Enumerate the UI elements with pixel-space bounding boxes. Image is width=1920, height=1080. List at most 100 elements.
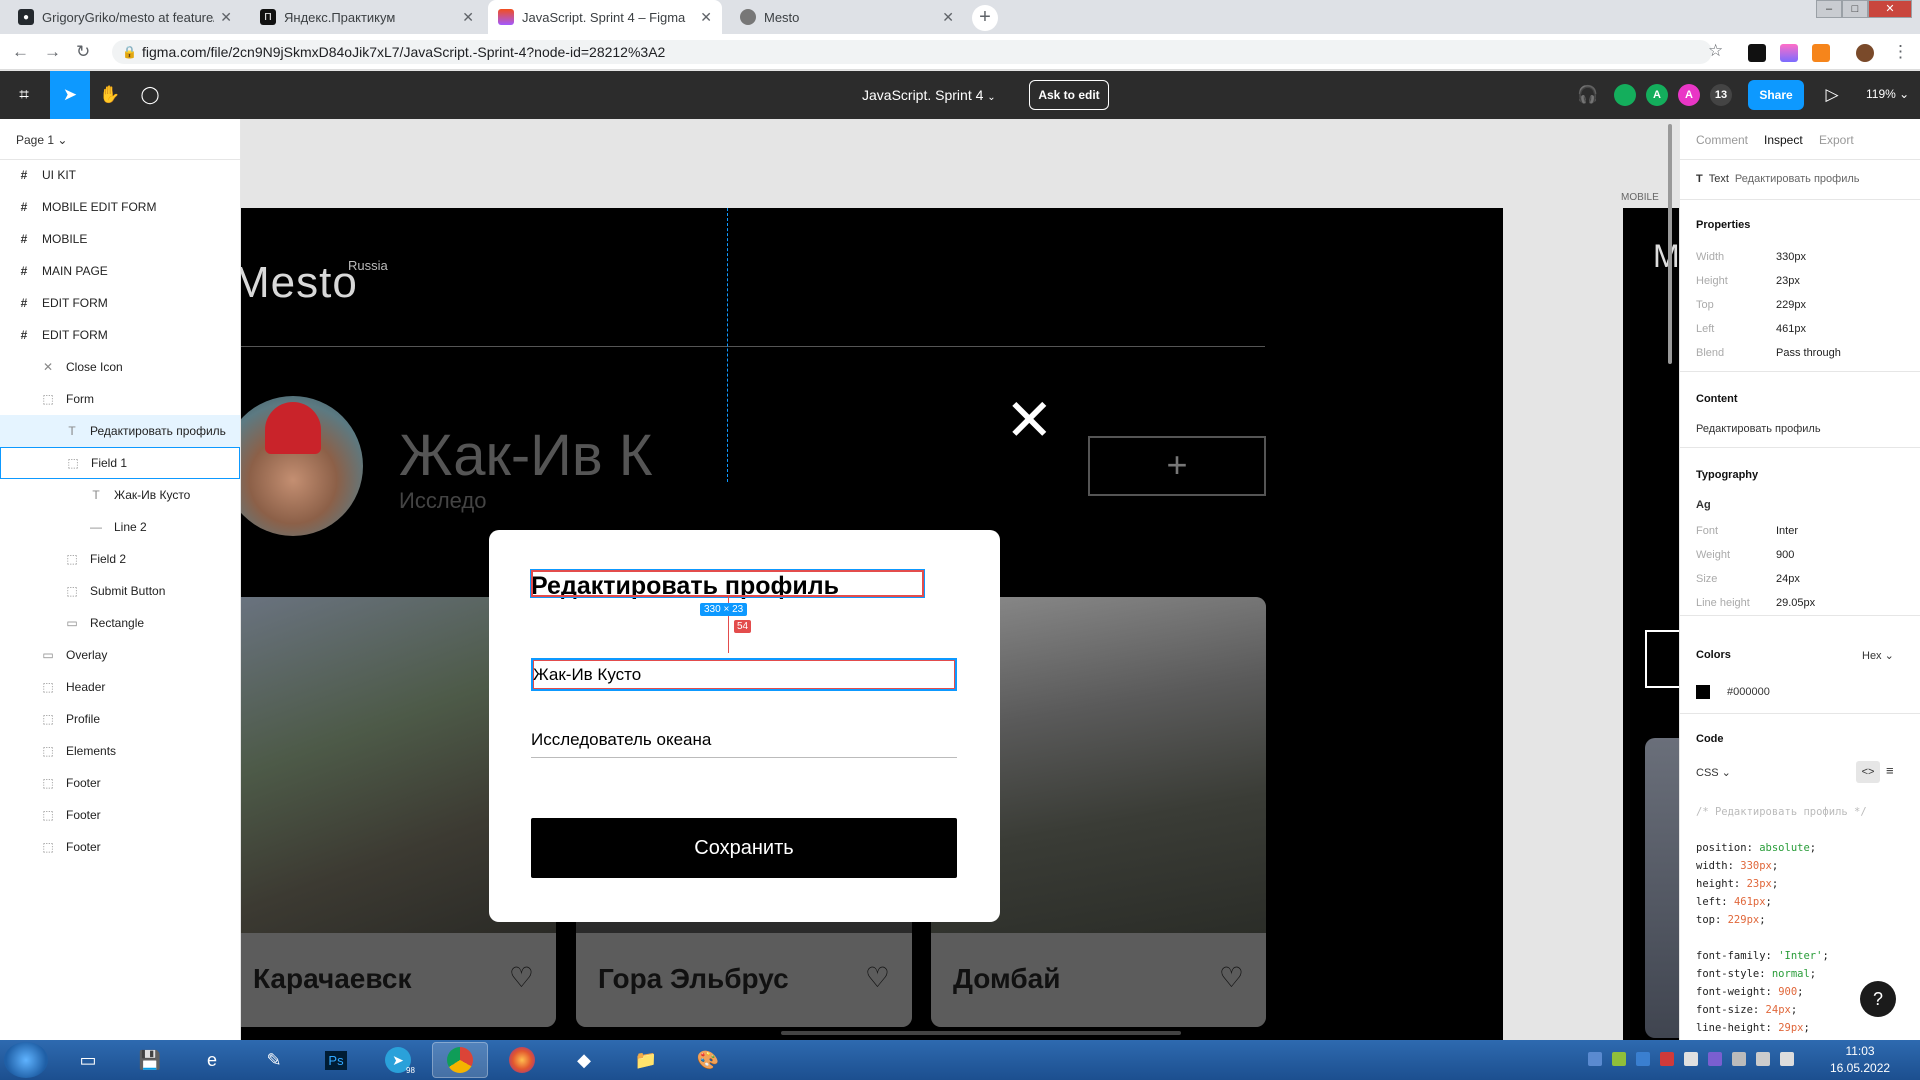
- content-text[interactable]: Редактировать профиль: [1696, 423, 1821, 435]
- close-icon[interactable]: ✕: [462, 9, 474, 26]
- tray-icon[interactable]: [1708, 1052, 1722, 1066]
- battery-icon[interactable]: [1756, 1052, 1770, 1066]
- folder-icon[interactable]: 📁: [618, 1042, 674, 1078]
- network-icon[interactable]: [1732, 1052, 1746, 1066]
- new-tab-button[interactable]: +: [972, 5, 998, 31]
- move-tool-icon[interactable]: ➤: [50, 71, 90, 119]
- layer-item[interactable]: ⬚ Footer: [0, 767, 240, 799]
- horizontal-scrollbar[interactable]: [781, 1031, 1181, 1035]
- layer-item[interactable]: ⬚ Form: [0, 383, 240, 415]
- layer-item[interactable]: ⬚ Profile: [0, 703, 240, 735]
- property-value[interactable]: 23px: [1776, 275, 1800, 287]
- layer-item[interactable]: ⬚ Field 2: [0, 543, 240, 575]
- layer-item[interactable]: # MOBILE EDIT FORM: [0, 191, 240, 223]
- job-field[interactable]: Исследователь океана: [531, 725, 957, 758]
- layer-item[interactable]: ▭ Rectangle: [0, 607, 240, 639]
- layer-item[interactable]: # MAIN PAGE: [0, 255, 240, 287]
- tab-practicum[interactable]: П Яндекс.Практикум ✕: [250, 0, 484, 34]
- photoshop-icon[interactable]: Ps: [308, 1042, 364, 1078]
- code-lang-select[interactable]: CSS ⌄: [1696, 766, 1731, 779]
- back-icon[interactable]: ←: [12, 42, 29, 62]
- avatar[interactable]: A: [1678, 84, 1700, 106]
- tab-figma[interactable]: JavaScript. Sprint 4 – Figma ✕: [488, 0, 722, 34]
- layer-item[interactable]: ⬚ Elements: [0, 735, 240, 767]
- forward-icon[interactable]: →: [44, 42, 61, 62]
- tray-icon[interactable]: [1612, 1052, 1626, 1066]
- share-button[interactable]: Share: [1748, 80, 1804, 110]
- layer-item[interactable]: # UI KIT: [0, 159, 240, 191]
- ask-to-edit-button[interactable]: Ask to edit: [1029, 80, 1109, 110]
- tray-icon[interactable]: [1660, 1052, 1674, 1066]
- layer-item[interactable]: # EDIT FORM: [0, 319, 240, 351]
- clock[interactable]: 11:03 16.05.2022: [1830, 1043, 1890, 1077]
- close-icon[interactable]: ✕: [942, 9, 954, 26]
- save-button[interactable]: Сохранить: [531, 818, 957, 878]
- tab-comment[interactable]: Comment: [1696, 133, 1748, 147]
- maximize-button[interactable]: □: [1842, 0, 1868, 18]
- frame-label[interactable]: MOBILE: [1621, 192, 1659, 203]
- layer-item[interactable]: ⬚ Footer: [0, 799, 240, 831]
- list-view-icon[interactable]: ≡: [1886, 763, 1894, 778]
- present-icon[interactable]: ▷: [1812, 71, 1852, 119]
- help-button[interactable]: ?: [1860, 981, 1896, 1017]
- tab-export[interactable]: Export: [1819, 133, 1854, 147]
- layer-item[interactable]: T Редактировать профиль: [0, 415, 240, 447]
- tray-icon[interactable]: [1636, 1052, 1650, 1066]
- hand-tool-icon[interactable]: ✋: [90, 71, 130, 119]
- zoom-level[interactable]: 119% ⌄: [1866, 87, 1909, 101]
- reload-icon[interactable]: ↻: [76, 42, 90, 62]
- typography-value[interactable]: 900: [1776, 549, 1794, 561]
- close-window-button[interactable]: ✕: [1868, 0, 1912, 18]
- property-value[interactable]: 461px: [1776, 323, 1806, 335]
- firefox-icon[interactable]: [494, 1042, 550, 1078]
- property-value[interactable]: 330px: [1776, 251, 1806, 263]
- code-block[interactable]: /* Редактировать профиль */ position: ab…: [1696, 803, 1867, 1037]
- property-value[interactable]: 229px: [1776, 299, 1806, 311]
- layer-item[interactable]: ⬚ Submit Button: [0, 575, 240, 607]
- typography-value[interactable]: 24px: [1776, 573, 1800, 585]
- extension-icon[interactable]: [1780, 44, 1798, 62]
- minimize-button[interactable]: –: [1816, 0, 1842, 18]
- tab-github[interactable]: ● GrigoryGriko/mesto at feature/h ✕: [8, 0, 242, 34]
- layer-item[interactable]: T Жак-Ив Кусто: [0, 479, 240, 511]
- color-value[interactable]: #000000: [1727, 686, 1770, 698]
- layer-item[interactable]: ⬚ Footer: [0, 831, 240, 863]
- url-field[interactable]: 🔒 figma.com/file/2cn9N9jSkmxD84oJik7xL7/…: [112, 40, 1712, 64]
- telegram-icon[interactable]: ➤ 98: [370, 1042, 426, 1078]
- comment-tool-icon[interactable]: ◯: [130, 71, 170, 119]
- start-button[interactable]: [4, 1042, 48, 1078]
- canvas[interactable]: Mesto Russia Жак-Ив К Исследо + Карачаев…: [241, 119, 1679, 1040]
- profile-avatar[interactable]: [1856, 44, 1874, 62]
- layer-item[interactable]: ▭ Overlay: [0, 639, 240, 671]
- code-view-icon[interactable]: <>: [1856, 761, 1880, 783]
- terminal-icon[interactable]: ▭: [60, 1042, 116, 1078]
- collaborators-count[interactable]: 13: [1710, 84, 1732, 106]
- avatar[interactable]: [1614, 84, 1636, 106]
- volume-icon[interactable]: [1780, 1052, 1794, 1066]
- layer-item[interactable]: # MOBILE: [0, 223, 240, 255]
- save-app-icon[interactable]: 💾: [122, 1042, 178, 1078]
- more-icon[interactable]: ⋮: [1892, 42, 1909, 62]
- close-icon[interactable]: ✕: [1005, 392, 1054, 450]
- ie-icon[interactable]: e: [184, 1042, 240, 1078]
- color-swatch[interactable]: [1696, 685, 1710, 699]
- notepad-icon[interactable]: ✎: [246, 1042, 302, 1078]
- avatar[interactable]: A: [1646, 84, 1668, 106]
- layer-item[interactable]: — Line 2: [0, 511, 240, 543]
- tab-inspect[interactable]: Inspect: [1764, 133, 1803, 147]
- layer-item[interactable]: # EDIT FORM: [0, 287, 240, 319]
- tray-icon[interactable]: [1684, 1052, 1698, 1066]
- layer-item[interactable]: ✕ Close Icon: [0, 351, 240, 383]
- layer-item[interactable]: ⬚ Field 1: [0, 447, 240, 479]
- figma-menu-icon[interactable]: ⌗: [4, 71, 44, 119]
- app-icon[interactable]: ◆: [556, 1042, 612, 1078]
- close-icon[interactable]: ✕: [700, 9, 712, 26]
- typography-value[interactable]: Inter: [1776, 525, 1798, 537]
- edit-form-frame[interactable]: Mesto Russia Жак-Ив К Исследо + Карачаев…: [241, 208, 1503, 1040]
- headphones-icon[interactable]: 🎧: [1568, 71, 1608, 119]
- close-icon[interactable]: ✕: [220, 9, 232, 26]
- layer-item[interactable]: ⬚ Header: [0, 671, 240, 703]
- name-field[interactable]: Жак-Ив Кусто: [531, 658, 957, 691]
- color-format-select[interactable]: Hex ⌄: [1862, 649, 1894, 662]
- metamask-icon[interactable]: [1812, 44, 1830, 62]
